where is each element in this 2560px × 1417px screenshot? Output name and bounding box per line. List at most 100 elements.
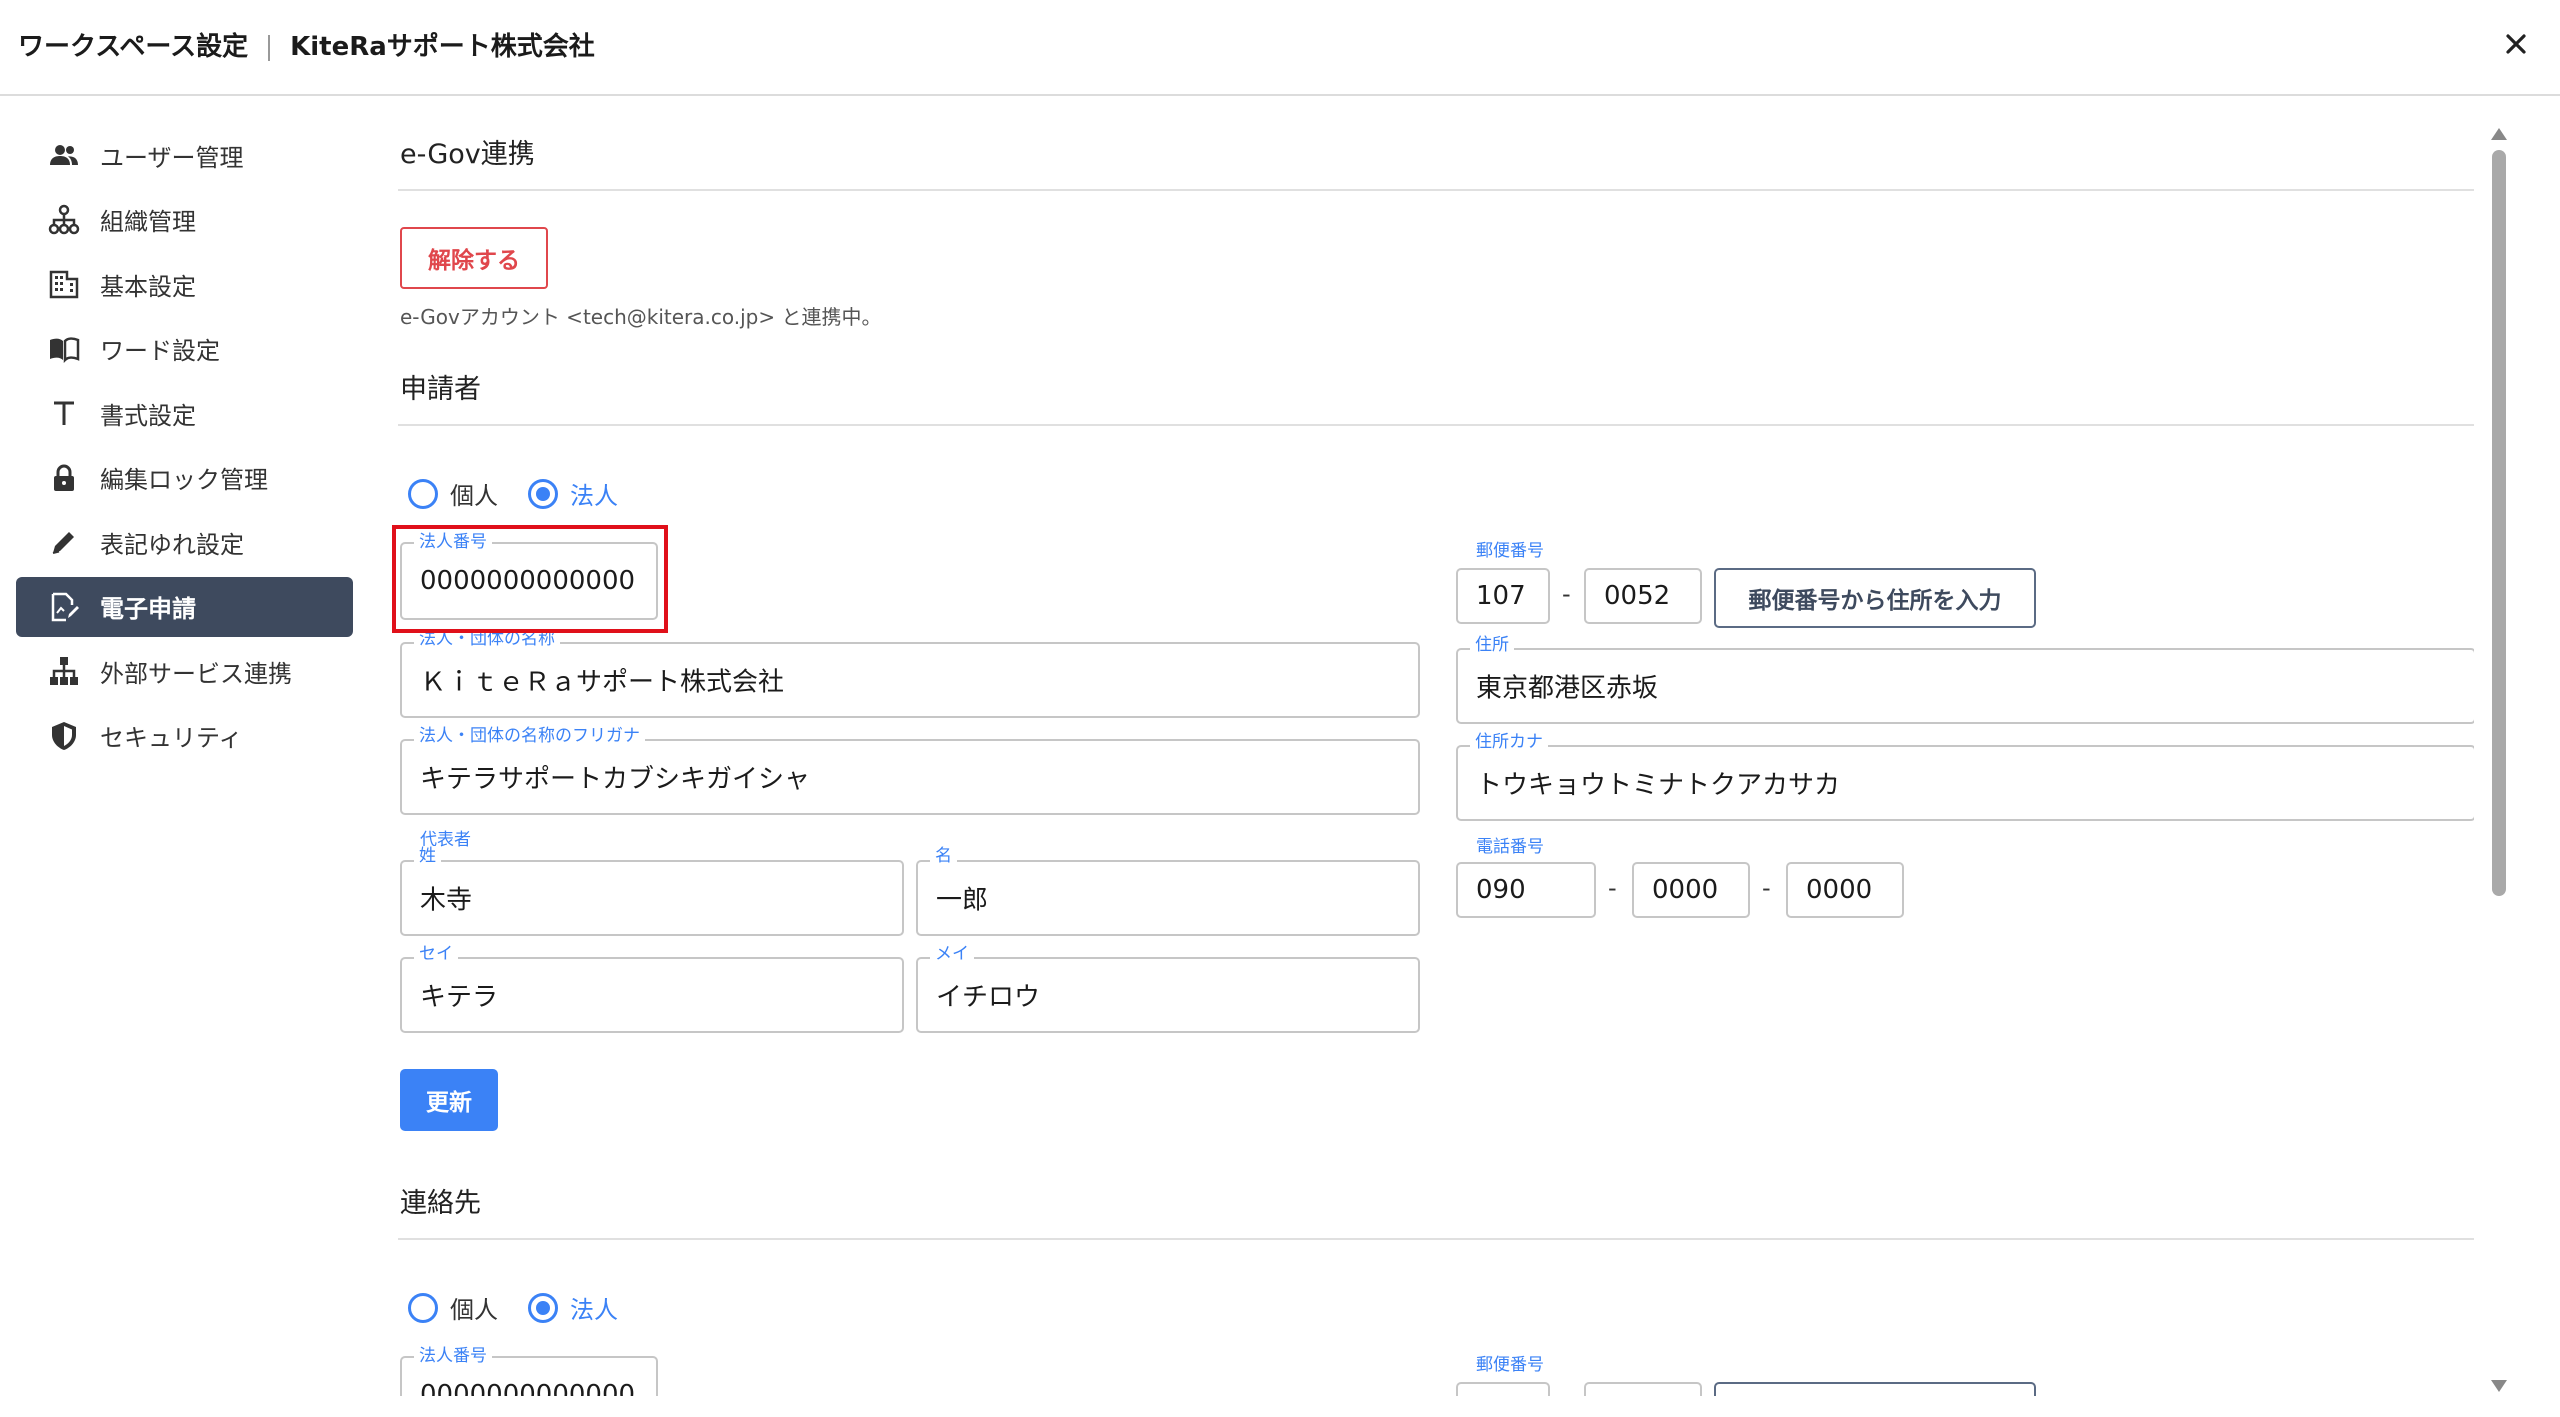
radio-label: 法人 xyxy=(570,482,618,510)
egov-section-title: e-Gov連携 xyxy=(400,139,535,170)
divider xyxy=(398,189,2474,191)
address-kana-label: 住所カナ xyxy=(1470,732,1548,752)
contact-corp-number-label: 法人番号 xyxy=(414,1346,492,1366)
first-name-label: 名 xyxy=(930,846,957,866)
radio-label: 個人 xyxy=(450,482,498,510)
postal-code-second-field[interactable]: 0052 xyxy=(1584,568,1702,624)
scroll-down-arrow-icon[interactable] xyxy=(2491,1380,2507,1392)
last-name-value: 木寺 xyxy=(420,885,473,916)
sidebar-item-notation-variance[interactable]: 表記ゆれ設定 xyxy=(16,512,353,572)
radio-individual[interactable]: 個人 xyxy=(408,476,498,511)
text-format-icon xyxy=(46,395,82,431)
sidebar-item-edit-lock[interactable]: 編集ロック管理 xyxy=(16,448,353,508)
radio-label: 法人 xyxy=(570,1296,618,1324)
sidebar: ユーザー管理 組織管理 基本設定 ワード設定 書式設定 編集ロック管理 表記ゆれ… xyxy=(16,125,353,770)
pencil-icon xyxy=(46,524,82,560)
address-value: 東京都港区赤坂 xyxy=(1476,673,1659,704)
first-name-kana-field[interactable]: イチロウ xyxy=(916,957,1420,1033)
sidebar-item-label: 表記ゆれ設定 xyxy=(100,530,244,559)
last-name-label: 姓 xyxy=(414,846,441,866)
corp-number-value: 0000000000000 xyxy=(420,566,636,596)
phone-label: 電話番号 xyxy=(1476,837,1544,857)
title-separator xyxy=(268,34,271,61)
last-name-field[interactable]: 木寺 xyxy=(400,860,904,936)
org-chart-icon xyxy=(46,202,82,238)
contact-postal-code-label: 郵便番号 xyxy=(1476,1355,1544,1375)
radio-circle xyxy=(528,1292,558,1323)
contact-postal-code-first-field[interactable] xyxy=(1456,1382,1550,1396)
sidebar-item-external-services[interactable]: 外部サービス連携 xyxy=(16,641,353,701)
radio-circle xyxy=(408,478,438,509)
sidebar-item-format-settings[interactable]: 書式設定 xyxy=(16,383,353,443)
sidebar-item-security[interactable]: セキュリティ xyxy=(16,706,353,766)
radio-corporate[interactable]: 法人 xyxy=(528,1290,618,1325)
phone-first-field[interactable]: 090 xyxy=(1456,862,1596,918)
sidebar-item-label: ユーザー管理 xyxy=(100,143,244,172)
divider xyxy=(398,1238,2474,1240)
sidebar-item-organization[interactable]: 組織管理 xyxy=(16,190,353,250)
postal-code-second-value: 0052 xyxy=(1604,581,1671,611)
shield-icon xyxy=(46,718,82,754)
corp-name-field[interactable]: ＫｉｔｅＲａサポート株式会社 xyxy=(400,642,1420,718)
main-content[interactable]: e-Gov連携 解除する e-Govアカウント <tech@kitera.co.… xyxy=(398,96,2474,1396)
phone-dash: - xyxy=(1608,874,1617,902)
address-field[interactable]: 東京都港区赤坂 xyxy=(1456,648,2474,724)
last-name-kana-label: セイ xyxy=(414,944,458,964)
update-button[interactable]: 更新 xyxy=(400,1069,498,1131)
radio-corporate[interactable]: 法人 xyxy=(528,476,618,511)
radio-individual[interactable]: 個人 xyxy=(408,1290,498,1325)
last-name-kana-value: キテラ xyxy=(420,982,499,1013)
phone-dash: - xyxy=(1762,874,1771,902)
postal-code-first-field[interactable]: 107 xyxy=(1456,568,1550,624)
organization-name: KiteRaサポート株式会社 xyxy=(290,32,595,62)
phone-third-value: 0000 xyxy=(1806,875,1873,905)
address-lookup-button[interactable]: 郵便番号から住所を入力 xyxy=(1714,568,2036,628)
sidebar-item-label: 外部サービス連携 xyxy=(100,659,292,688)
address-label: 住所 xyxy=(1470,635,1514,655)
e-application-icon xyxy=(46,589,82,625)
last-name-kana-field[interactable]: キテラ xyxy=(400,957,904,1033)
disconnect-button[interactable]: 解除する xyxy=(400,227,548,289)
corp-kana-label: 法人・団体の名称のフリガナ xyxy=(414,726,645,746)
radio-label: 個人 xyxy=(450,1296,498,1324)
first-name-field[interactable]: 一郎 xyxy=(916,860,1420,936)
corp-kana-field[interactable]: キテラサポートカブシキガイシャ xyxy=(400,739,1420,815)
phone-second-value: 0000 xyxy=(1652,875,1719,905)
sidebar-item-label: 電子申請 xyxy=(100,595,196,623)
sidebar-item-word-settings[interactable]: ワード設定 xyxy=(16,319,353,379)
sidebar-item-label: 基本設定 xyxy=(100,272,196,301)
corp-name-value: ＫｉｔｅＲａサポート株式会社 xyxy=(420,667,785,698)
page-title: ワークスペース設定 KiteRaサポート株式会社 xyxy=(18,26,595,63)
sidebar-item-e-application[interactable]: 電子申請 xyxy=(16,576,353,637)
scroll-up-arrow-icon[interactable] xyxy=(2491,128,2507,140)
book-icon xyxy=(46,331,82,367)
corp-name-label: 法人・団体の名称 xyxy=(414,629,560,649)
contact-type-radio-group: 個人 法人 xyxy=(408,1290,648,1325)
postal-code-first-value: 107 xyxy=(1476,581,1526,611)
radio-circle xyxy=(408,1292,438,1323)
top-bar: ワークスペース設定 KiteRaサポート株式会社 xyxy=(0,0,2560,96)
users-icon xyxy=(46,137,82,173)
address-kana-field[interactable]: トウキョウトミナトクアカサカ xyxy=(1456,745,2474,821)
sidebar-item-basic-settings[interactable]: 基本設定 xyxy=(16,254,353,314)
sidebar-item-users[interactable]: ユーザー管理 xyxy=(16,125,353,185)
scrollbar-thumb[interactable] xyxy=(2492,150,2506,896)
corp-kana-value: キテラサポートカブシキガイシャ xyxy=(420,764,811,795)
divider xyxy=(398,424,2474,426)
phone-first-value: 090 xyxy=(1476,875,1526,905)
contact-address-lookup-button[interactable] xyxy=(1714,1382,2036,1396)
close-icon xyxy=(2506,34,2526,54)
applicant-type-radio-group: 個人 法人 xyxy=(408,476,648,511)
first-name-kana-label: メイ xyxy=(930,944,974,964)
close-button[interactable] xyxy=(2496,24,2536,64)
corp-number-field[interactable]: 0000000000000 xyxy=(400,542,658,620)
lock-icon xyxy=(46,460,82,496)
phone-third-field[interactable]: 0000 xyxy=(1786,862,1904,918)
phone-second-field[interactable]: 0000 xyxy=(1632,862,1750,918)
sidebar-item-label: 書式設定 xyxy=(100,401,196,430)
sidebar-item-label: 組織管理 xyxy=(100,208,196,236)
first-name-kana-value: イチロウ xyxy=(936,982,1041,1013)
contact-postal-code-second-field[interactable] xyxy=(1584,1382,1702,1396)
page-title-text: ワークスペース設定 xyxy=(18,32,249,62)
sidebar-item-label: セキュリティ xyxy=(100,724,243,752)
